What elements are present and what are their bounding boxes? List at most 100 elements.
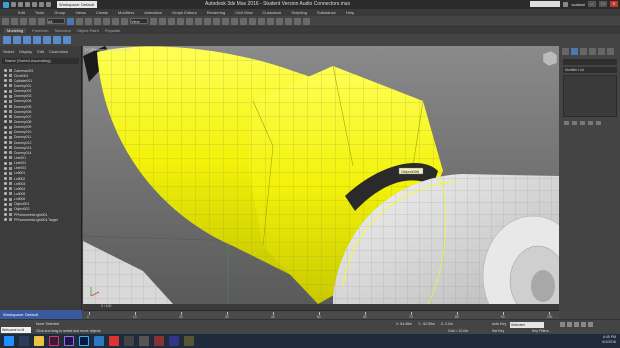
play-icon[interactable] [574, 322, 579, 327]
visibility-icon[interactable] [4, 105, 7, 109]
save-icon[interactable] [25, 2, 30, 7]
visibility-icon[interactable] [4, 84, 7, 88]
visibility-icon[interactable] [4, 94, 7, 98]
photoshop-icon[interactable] [79, 336, 89, 346]
previous-frame-icon[interactable] [567, 322, 572, 327]
menu-item-create[interactable]: Create [96, 10, 108, 15]
y-coordinate[interactable]: Y: -52.59m [418, 322, 435, 326]
menu-item-views[interactable]: Views [75, 10, 86, 15]
workspace-dropdown[interactable]: Workspace: Default [57, 1, 97, 8]
pivot-center-icon[interactable] [150, 17, 157, 25]
menu-item-civil-view[interactable]: Civil View [235, 10, 252, 15]
visibility-icon[interactable] [4, 166, 7, 170]
viewport-label[interactable]: [+] [Perspective] [Realistic] [85, 47, 132, 52]
toggle-display-icon[interactable] [63, 36, 71, 44]
auto-key-button[interactable]: Auto Key [492, 322, 506, 326]
filter-all-icon[interactable] [53, 36, 61, 44]
menu-item-modifiers[interactable]: Modifiers [118, 10, 134, 15]
minimize-button[interactable]: – [588, 1, 596, 7]
window-crossing-icon[interactable] [94, 17, 101, 25]
redo-icon[interactable] [11, 17, 18, 25]
visibility-icon[interactable] [4, 197, 7, 201]
explorer-tab-select[interactable]: Select [3, 49, 14, 54]
x-coordinate[interactable]: X: 84.48m [396, 322, 412, 326]
key-selection-dropdown[interactable]: Selected [510, 322, 544, 328]
sign-in-label[interactable]: scalarsi [571, 2, 585, 7]
visibility-icon[interactable] [4, 89, 7, 93]
visibility-icon[interactable] [4, 171, 7, 175]
visibility-icon[interactable] [4, 202, 7, 206]
modify-tab-icon[interactable] [571, 48, 578, 55]
key-filters-button[interactable]: Key Filters... [532, 329, 551, 333]
ribbon-tab-freeform[interactable]: Freeform [32, 28, 48, 33]
set-key-button[interactable]: Set Key [492, 329, 504, 333]
menu-item-tools[interactable]: Tools [35, 10, 44, 15]
explorer-tab-display[interactable]: Display [19, 49, 32, 54]
modifier-stack[interactable] [563, 75, 617, 117]
configure-sets-icon[interactable] [596, 121, 601, 125]
file-explorer-icon[interactable] [34, 336, 44, 346]
redo-icon[interactable] [39, 2, 44, 7]
visibility-icon[interactable] [4, 69, 7, 73]
visibility-icon[interactable] [4, 115, 7, 119]
filter-cameras-icon[interactable] [33, 36, 41, 44]
make-unique-icon[interactable] [580, 121, 585, 125]
visibility-icon[interactable] [4, 74, 7, 78]
app-icon-6[interactable] [184, 336, 194, 346]
keyboard-shortcut-icon[interactable] [168, 17, 175, 25]
reference-coordinate-dropdown[interactable]: View [130, 18, 148, 24]
visibility-icon[interactable] [4, 146, 7, 150]
filter-geometry-icon[interactable] [3, 36, 11, 44]
visibility-icon[interactable] [4, 141, 7, 145]
curve-editor-icon[interactable] [258, 17, 265, 25]
utilities-tab-icon[interactable] [607, 48, 614, 55]
ribbon-tab-object-paint[interactable]: Object Paint [77, 28, 99, 33]
app-icon[interactable] [3, 1, 9, 8]
angle-snap-icon[interactable] [186, 17, 193, 25]
hierarchy-tab-icon[interactable] [580, 48, 587, 55]
maxscript-listener[interactable]: Welcome to M [1, 327, 31, 333]
visibility-icon[interactable] [4, 177, 7, 181]
graphite-toggle-icon[interactable] [249, 17, 256, 25]
app-icon-2[interactable] [124, 336, 134, 346]
scale-icon[interactable] [121, 17, 128, 25]
link-icon[interactable] [20, 17, 27, 25]
filter-helpers-icon[interactable] [43, 36, 51, 44]
move-icon[interactable] [103, 17, 110, 25]
unlink-icon[interactable] [29, 17, 36, 25]
filter-lights-icon[interactable] [23, 36, 31, 44]
search-icon[interactable] [563, 1, 569, 7]
ribbon-tab-selection[interactable]: Selection [54, 28, 70, 33]
ribbon-tab-populate[interactable]: Populate [105, 28, 121, 33]
visibility-icon[interactable] [4, 182, 7, 186]
visibility-icon[interactable] [4, 120, 7, 124]
menu-item-help[interactable]: Help [346, 10, 354, 15]
menu-item-animation[interactable]: Animation [144, 10, 162, 15]
explorer-tab-edit[interactable]: Edit [37, 49, 44, 54]
remove-modifier-icon[interactable] [588, 121, 593, 125]
search-input[interactable] [530, 1, 561, 7]
menu-item-substance[interactable]: Substance [317, 10, 336, 15]
menu-item-edit[interactable]: Edit [18, 10, 25, 15]
rendered-frame-icon[interactable] [294, 17, 301, 25]
explorer-tab-customize[interactable]: Customize [49, 49, 68, 54]
after-effects-icon[interactable] [49, 336, 59, 346]
mirror-icon[interactable] [222, 17, 229, 25]
maximize-button[interactable]: □ [599, 1, 607, 7]
menu-item-graph-editors[interactable]: Graph Editors [172, 10, 197, 15]
bind-space-warp-icon[interactable] [38, 17, 45, 25]
app-icon-3[interactable] [139, 336, 149, 346]
object-name-field[interactable] [563, 59, 617, 65]
close-button[interactable]: ✕ [610, 1, 618, 7]
perspective-viewport[interactable]: Object006 [+] [Perspective] [Realistic] [83, 46, 559, 304]
chrome-icon[interactable] [109, 336, 119, 346]
modifier-list-dropdown[interactable]: Modifier List [563, 67, 617, 73]
project-folder-icon[interactable] [46, 2, 51, 7]
undo-icon[interactable] [32, 2, 37, 7]
workspace-selector[interactable]: Workspace: Default [0, 310, 82, 319]
visibility-icon[interactable] [4, 156, 7, 160]
taskview-icon[interactable] [19, 336, 29, 346]
app-icon-5[interactable] [169, 336, 179, 346]
selection-filter-dropdown[interactable]: All [47, 18, 65, 24]
3ds-max-icon[interactable] [94, 336, 104, 346]
